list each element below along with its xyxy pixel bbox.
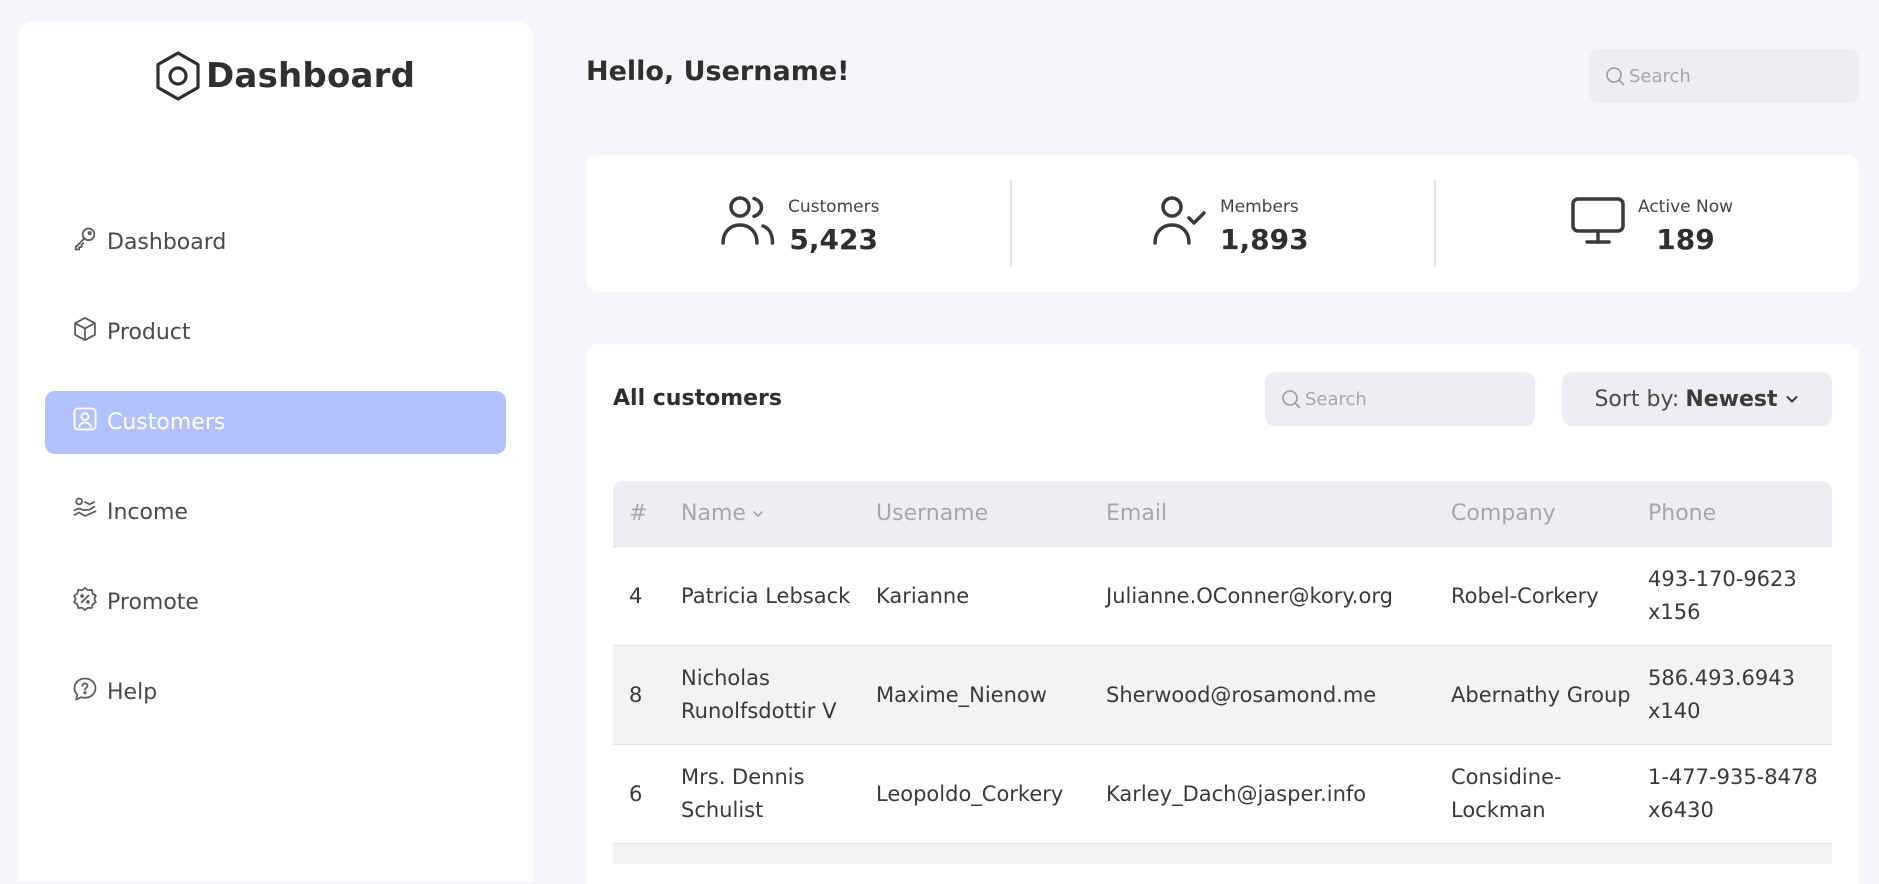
cell-name: Mrs. Dennis Schulist — [681, 765, 805, 822]
sidebar-item-label: Customers — [107, 410, 226, 435]
column-header-label: Name — [681, 501, 746, 526]
stat-value: 189 — [1656, 223, 1715, 256]
stat-label: Members — [1220, 197, 1299, 217]
cell-id: 8 — [629, 682, 643, 707]
stat-label: Customers — [788, 197, 880, 217]
sidebar-item-label: Help — [107, 680, 158, 705]
column-header-company: Company — [1451, 501, 1556, 526]
stat-active-now: Active Now 189 — [1570, 193, 1733, 256]
cell-id: 4 — [629, 583, 643, 608]
page-greeting: Hello, Username! — [586, 56, 850, 87]
hexagon-logo-icon — [156, 51, 200, 101]
cell-email: Karley_Dach@jasper.info — [1106, 781, 1367, 806]
user-square-icon — [73, 407, 97, 430]
monitor-icon — [1571, 197, 1625, 244]
cell-company: Robel-Corkery — [1451, 583, 1599, 608]
table-row[interactable] — [613, 844, 1832, 864]
cube-icon — [74, 316, 96, 341]
cell-company: Abernathy Group — [1451, 682, 1631, 707]
sidebar: Dashboard Dashboard Product Customers In… — [18, 22, 533, 882]
cell-name: Patricia Lebsack — [681, 583, 851, 608]
sort-value: Newest — [1685, 386, 1778, 412]
cell-username: Maxime_Nienow — [876, 682, 1047, 707]
sidebar-item-income[interactable]: Income — [45, 481, 506, 544]
stat-customers: Customers 5,423 — [720, 193, 879, 256]
customers-table: # Name Username Email Company Phone 4 Pa… — [613, 481, 1832, 864]
cell-email: Julianne.OConner@kory.org — [1106, 583, 1393, 608]
user-check-icon — [1153, 196, 1206, 245]
column-header-name[interactable]: Name — [681, 501, 876, 526]
wallet-money-icon — [73, 497, 97, 517]
stat-divider — [1434, 180, 1436, 267]
sidebar-item-dashboard[interactable]: Dashboard — [45, 211, 506, 274]
table-row[interactable]: 6 Mrs. Dennis Schulist Leopoldo_Corkery … — [613, 745, 1832, 844]
app-title: Dashboard — [206, 56, 416, 96]
card-title: All customers — [613, 386, 782, 411]
column-header-phone: Phone — [1648, 501, 1717, 526]
cell-name: Nicholas Runolfsdottir V — [681, 666, 837, 723]
stat-value: 5,423 — [789, 223, 878, 256]
users-icon — [721, 196, 775, 245]
customers-search-input[interactable] — [1305, 388, 1505, 410]
cell-username: Leopoldo_Corkery — [876, 781, 1064, 806]
chevron-down-icon — [1786, 396, 1798, 403]
cell-id: 6 — [629, 781, 643, 806]
cell-phone: 586.493.6943 x140 — [1648, 666, 1795, 723]
cell-username: Karianne — [876, 583, 970, 608]
stat-value: 1,893 — [1220, 223, 1309, 256]
sidebar-item-product[interactable]: Product — [45, 301, 506, 364]
search-icon — [1606, 67, 1625, 86]
sidebar-item-help[interactable]: Help — [45, 661, 506, 724]
table-row[interactable]: 4 Patricia Lebsack Karianne Julianne.OCo… — [613, 547, 1832, 646]
sidebar-item-promote[interactable]: Promote — [45, 571, 506, 634]
stat-divider — [1010, 180, 1012, 267]
search-icon — [1282, 390, 1301, 409]
message-question-icon — [73, 677, 97, 700]
sidebar-item-label: Promote — [107, 590, 199, 615]
stat-members: Members 1,893 — [1152, 193, 1309, 256]
app-logo[interactable]: Dashboard — [154, 50, 415, 102]
discount-badge-icon — [73, 586, 97, 611]
header-search[interactable] — [1589, 49, 1859, 103]
sidebar-item-customers[interactable]: Customers — [45, 391, 506, 454]
column-header-email: Email — [1106, 501, 1168, 526]
chevron-down-icon — [753, 510, 763, 517]
column-header-username: Username — [876, 501, 989, 526]
sidebar-item-label: Product — [107, 320, 191, 345]
sidebar-nav: Dashboard Product Customers Income Promo… — [45, 211, 506, 751]
customers-search[interactable] — [1265, 372, 1535, 426]
sidebar-item-label: Dashboard — [107, 230, 227, 255]
customers-card: All customers Sort by: Newest # Name Use… — [586, 344, 1859, 884]
header-search-input[interactable] — [1629, 65, 1829, 87]
table-header: # Name Username Email Company Phone — [613, 481, 1832, 547]
column-header-id: # — [629, 501, 648, 526]
sort-label: Sort by: — [1594, 386, 1680, 412]
key-icon — [74, 227, 96, 250]
sidebar-item-label: Income — [107, 500, 188, 525]
sort-dropdown[interactable]: Sort by: Newest — [1562, 372, 1832, 426]
stats-panel: Customers 5,423 Members 1,893 Active Now… — [586, 155, 1859, 292]
table-row[interactable]: 8 Nicholas Runolfsdottir V Maxime_Nienow… — [613, 646, 1832, 745]
cell-phone: 493-170-9623 x156 — [1648, 567, 1797, 624]
cell-company: Considine-Lockman — [1451, 765, 1562, 822]
cell-phone: 1-477-935-8478 x6430 — [1648, 765, 1818, 822]
stat-label: Active Now — [1638, 197, 1734, 217]
cell-email: Sherwood@rosamond.me — [1106, 682, 1377, 707]
